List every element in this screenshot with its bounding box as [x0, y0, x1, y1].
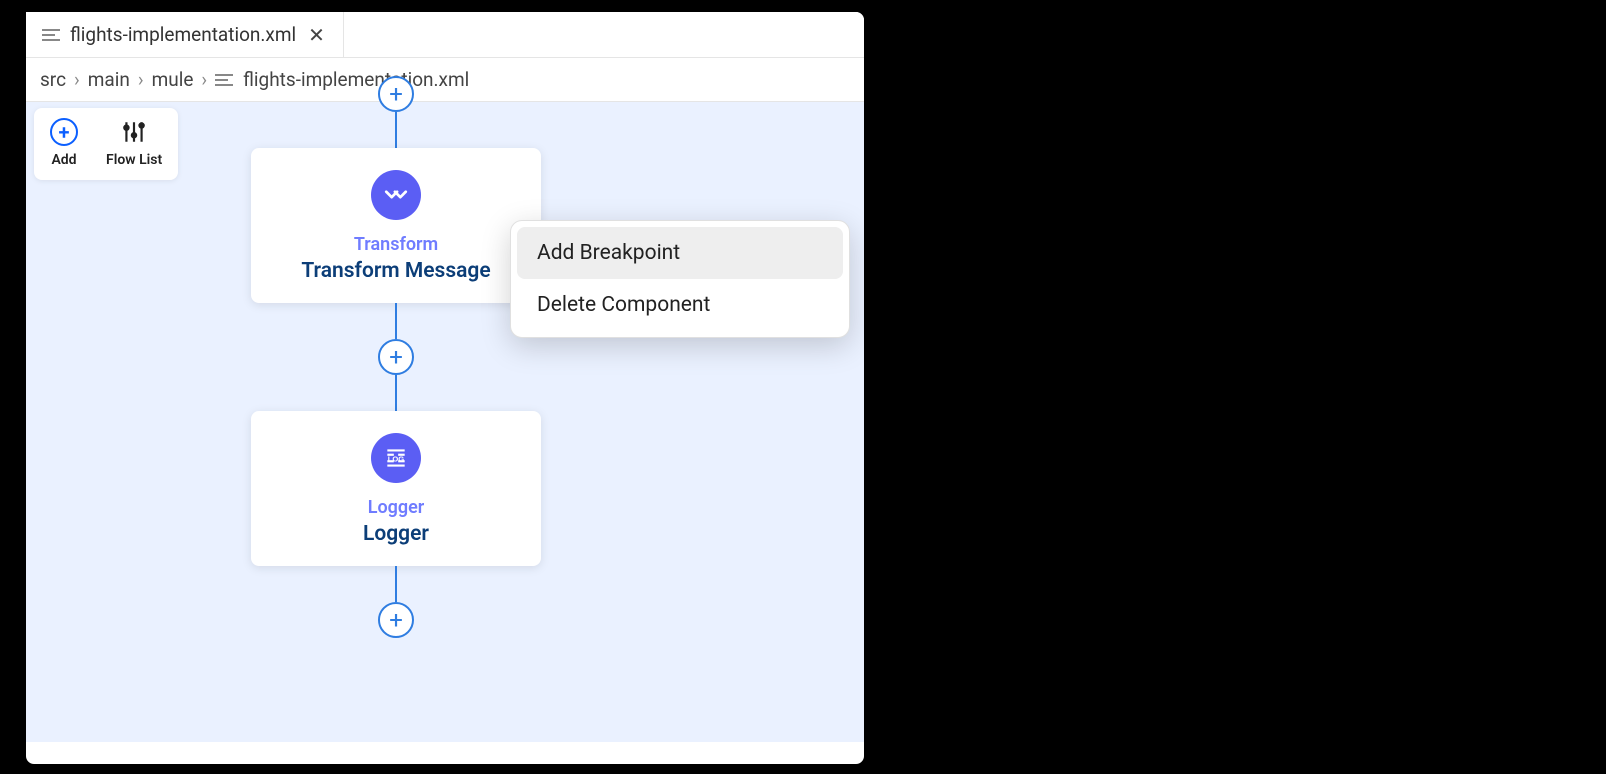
chevron-right-icon: › [74, 68, 80, 91]
canvas-toolbar: + Add Flow List [34, 108, 178, 180]
add-node-button[interactable]: + [378, 76, 414, 112]
flow-canvas[interactable]: + Add Flow List + [26, 102, 864, 742]
context-menu: Add Breakpoint Delete Component [510, 220, 850, 338]
file-icon [42, 29, 60, 41]
tab-flights-implementation[interactable]: flights-implementation.xml ✕ [26, 12, 344, 57]
connector-line [395, 375, 397, 411]
connector-line [395, 303, 397, 339]
add-button[interactable]: + Add [50, 118, 78, 168]
transform-icon [371, 170, 421, 220]
chevron-right-icon: › [201, 68, 207, 91]
node-type-label: Logger [368, 497, 425, 518]
node-name-label: Logger [363, 522, 429, 546]
node-name-label: Transform Message [301, 259, 490, 283]
add-node-button[interactable]: + [378, 602, 414, 638]
plus-circle-icon: + [50, 118, 78, 146]
add-node-button[interactable]: + [378, 339, 414, 375]
breadcrumb-segment[interactable]: src [40, 68, 66, 91]
connector-line [395, 566, 397, 602]
flow-node-transform[interactable]: Transform Transform Message [251, 148, 541, 303]
flow-node-logger[interactable]: LOG Logger Logger [251, 411, 541, 566]
node-type-label: Transform [354, 234, 438, 255]
close-icon[interactable]: ✕ [306, 25, 327, 45]
flow-list-button[interactable]: Flow List [106, 118, 162, 168]
menu-item-delete-component[interactable]: Delete Component [517, 279, 843, 331]
log-icon: LOG [371, 433, 421, 483]
flow-list-button-label: Flow List [106, 152, 162, 168]
menu-item-add-breakpoint[interactable]: Add Breakpoint [517, 227, 843, 279]
menu-item-label: Delete Component [537, 293, 710, 317]
breadcrumb-segment[interactable]: main [88, 68, 130, 91]
add-button-label: Add [51, 152, 76, 168]
breadcrumb-segment[interactable]: mule [152, 68, 194, 91]
breadcrumb-segment[interactable]: flights-implementation.xml [243, 68, 469, 91]
editor-window: flights-implementation.xml ✕ src › main … [26, 12, 864, 764]
connector-line [395, 112, 397, 148]
file-icon [215, 74, 233, 86]
chevron-right-icon: › [138, 68, 144, 91]
tab-label: flights-implementation.xml [70, 23, 296, 46]
tab-bar: flights-implementation.xml ✕ [26, 12, 864, 58]
flow-column: + Transform Transform Message + [251, 94, 541, 638]
sliders-icon [120, 118, 148, 146]
menu-item-label: Add Breakpoint [537, 241, 680, 265]
